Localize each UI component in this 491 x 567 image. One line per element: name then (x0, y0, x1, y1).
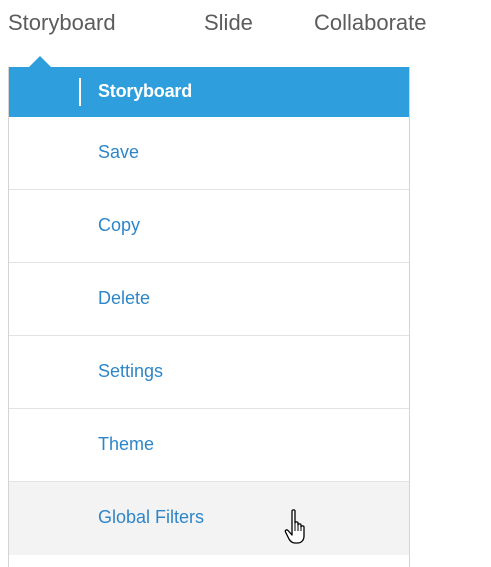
menu-item-label: Settings (98, 361, 164, 381)
top-navigation: Storyboard Slide Collaborate (0, 0, 491, 50)
menu-item-global-filters[interactable]: Global Filters (9, 482, 409, 555)
menu-item-label: Theme (98, 434, 155, 454)
header-divider (79, 78, 81, 106)
tab-storyboard[interactable]: Storyboard (8, 10, 116, 36)
menu-item-delete[interactable]: Delete (9, 263, 409, 336)
storyboard-dropdown-menu: Storyboard Save Copy Delete Settings The… (8, 67, 410, 567)
menu-item-theme[interactable]: Theme (9, 409, 409, 482)
menu-item-label: Save (98, 142, 140, 162)
menu-item-settings[interactable]: Settings (9, 336, 409, 409)
menu-item-label: Global Filters (98, 507, 205, 527)
menu-item-label: Copy (98, 215, 141, 235)
menu-header-title: Storyboard (98, 81, 193, 101)
hand-pointer-icon (284, 509, 305, 544)
menu-item-label: Delete (98, 288, 151, 308)
menu-item-save[interactable]: Save (9, 117, 409, 190)
menu-item-copy[interactable]: Copy (9, 190, 409, 263)
tab-collaborate[interactable]: Collaborate (314, 10, 427, 36)
tab-slide[interactable]: Slide (204, 10, 253, 36)
menu-header: Storyboard (9, 67, 409, 117)
